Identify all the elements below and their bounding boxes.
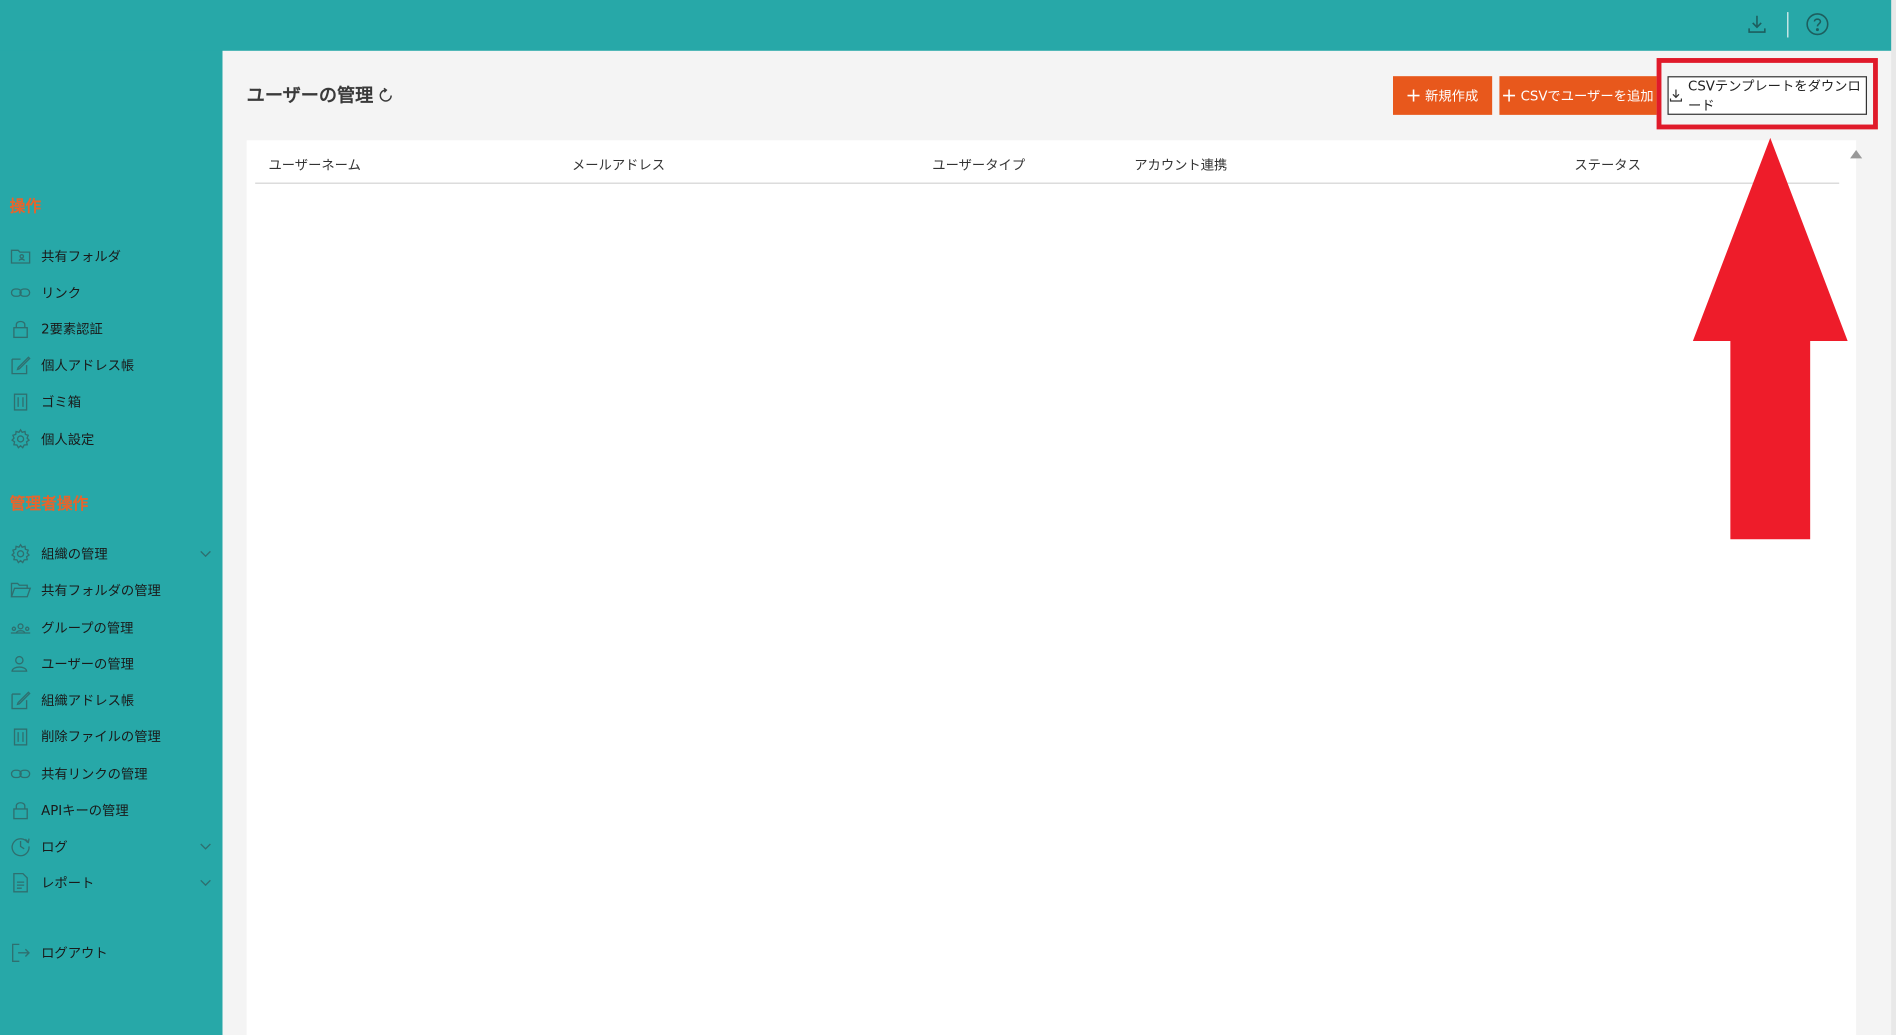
- download-icon: [1669, 88, 1684, 103]
- sidebar-item-label: 個人設定: [41, 431, 95, 448]
- sidebar-item-label: 2要素認証: [41, 321, 103, 338]
- sidebar-item-label: 個人アドレス帳: [41, 357, 135, 374]
- main-content: ユーザーの管理 新規作成 CSVでユーザーを追加 CSVテンプレートをダウンロー…: [222, 50, 1896, 1035]
- user-icon: [10, 653, 32, 675]
- users-table-panel: ユーザーネーム メールアドレス ユーザータイプ アカウント連携 ステータス: [246, 140, 1857, 1035]
- column-header-account-link[interactable]: アカウント連携: [1134, 155, 1227, 174]
- sidebar-item-label: グループの管理: [41, 620, 134, 637]
- sidebar-item-shared-folder[interactable]: 共有フォルダ: [0, 242, 222, 271]
- app-window: 操作 共有フォルダ リンク 2要素認証 個人アドレス帳 ゴミ箱 個人設定 管理者…: [0, 0, 1896, 1035]
- operations-heading: 操作: [9, 198, 42, 217]
- group-icon: [10, 617, 32, 639]
- column-header-username[interactable]: ユーザーネーム: [268, 155, 360, 174]
- chevron-down-icon: [200, 550, 211, 558]
- csv-template-download-button-label: CSVテンプレートをダウンロード: [1688, 78, 1861, 114]
- window-scrollbar[interactable]: [1891, 0, 1896, 1035]
- sidebar-item-label: ユーザーの管理: [41, 656, 134, 673]
- column-header-email[interactable]: メールアドレス: [572, 155, 665, 174]
- sidebar-item-label: 共有フォルダの管理: [41, 582, 161, 599]
- lock-icon: [10, 318, 32, 340]
- admin-operations-heading: 管理者操作: [9, 495, 89, 514]
- top-bar: [0, 0, 1896, 51]
- sidebar-item-user-admin[interactable]: ユーザーの管理: [0, 649, 222, 678]
- sidebar-item-api-key-admin[interactable]: APIキーの管理: [0, 796, 222, 825]
- page-header: ユーザーの管理: [247, 82, 394, 107]
- chevron-down-icon: [200, 843, 211, 850]
- column-header-user-type[interactable]: ユーザータイプ: [932, 155, 1025, 174]
- sidebar-item-link[interactable]: リンク: [0, 278, 222, 307]
- sidebar-item-logout[interactable]: ログアウト: [0, 938, 222, 967]
- sidebar-item-label: 組織の管理: [41, 546, 108, 563]
- sidebar-item-shared-link-admin[interactable]: 共有リンクの管理: [0, 759, 222, 788]
- csv-add-users-button-label: CSVでユーザーを追加: [1520, 88, 1654, 104]
- folder-open-icon: [10, 579, 32, 601]
- trash-icon: [10, 391, 32, 413]
- page-title: ユーザーの管理: [246, 84, 374, 107]
- help-circle-icon[interactable]: [1804, 11, 1831, 38]
- edit-icon: [10, 354, 32, 376]
- logout-icon: [10, 942, 32, 964]
- sidebar-item-group-admin[interactable]: グループの管理: [0, 613, 222, 642]
- plus-icon: [1406, 89, 1419, 102]
- table-header: ユーザーネーム メールアドレス ユーザータイプ アカウント連携 ステータス: [255, 140, 1840, 184]
- link-icon: [10, 763, 32, 785]
- sidebar-item-shared-folder-admin[interactable]: 共有フォルダの管理: [0, 576, 222, 605]
- new-user-button-label: 新規作成: [1425, 88, 1479, 104]
- sidebar-item-report[interactable]: レポート: [0, 868, 222, 897]
- sidebar-item-label: ログアウト: [41, 945, 108, 962]
- new-user-button[interactable]: 新規作成: [1392, 76, 1493, 115]
- trash-icon: [10, 726, 32, 748]
- sidebar-item-trash[interactable]: ゴミ箱: [0, 387, 222, 416]
- sidebar-item-label: 共有フォルダ: [41, 249, 121, 265]
- sidebar-item-label: 共有リンクの管理: [41, 766, 148, 783]
- sidebar-item-label: APIキーの管理: [41, 802, 129, 819]
- sidebar-item-label: ログ: [41, 839, 68, 855]
- document-icon: [10, 872, 32, 894]
- gear-icon: [10, 543, 32, 565]
- sidebar-item-two-factor[interactable]: 2要素認証: [0, 314, 222, 343]
- top-bar-divider: [1787, 12, 1789, 38]
- column-header-status[interactable]: ステータス: [1574, 155, 1641, 174]
- chevron-down-icon: [200, 879, 211, 887]
- lock-icon: [10, 799, 32, 821]
- plus-icon: [1502, 89, 1515, 102]
- sidebar-item-label: 組織アドレス帳: [41, 692, 135, 709]
- csv-add-users-button[interactable]: CSVでユーザーを追加: [1499, 76, 1657, 115]
- shared-folder-icon: [10, 245, 32, 267]
- download-icon[interactable]: [1744, 11, 1771, 38]
- scroll-up-arrow-icon[interactable]: [1850, 149, 1863, 159]
- refresh-icon[interactable]: [377, 86, 394, 103]
- clock-icon: [10, 836, 32, 858]
- sidebar-item-personal-address-book[interactable]: 個人アドレス帳: [0, 351, 222, 380]
- link-icon: [10, 282, 32, 304]
- edit-icon: [10, 689, 32, 711]
- sidebar-item-organization-address-book[interactable]: 組織アドレス帳: [0, 686, 222, 715]
- sidebar-item-label: リンク: [41, 285, 82, 302]
- gear-icon: [10, 428, 32, 450]
- sidebar-item-label: レポート: [41, 875, 95, 892]
- sidebar-item-personal-settings[interactable]: 個人設定: [0, 424, 222, 453]
- csv-template-download-button[interactable]: CSVテンプレートをダウンロード: [1667, 76, 1868, 115]
- sidebar: 操作 共有フォルダ リンク 2要素認証 個人アドレス帳 ゴミ箱 個人設定 管理者…: [0, 50, 223, 1035]
- sidebar-item-log[interactable]: ログ: [0, 832, 222, 861]
- sidebar-item-organization[interactable]: 組織の管理: [0, 539, 222, 568]
- sidebar-item-label: 削除ファイルの管理: [41, 729, 161, 745]
- sidebar-item-deleted-files-admin[interactable]: 削除ファイルの管理: [0, 722, 222, 751]
- sidebar-item-label: ゴミ箱: [41, 394, 82, 410]
